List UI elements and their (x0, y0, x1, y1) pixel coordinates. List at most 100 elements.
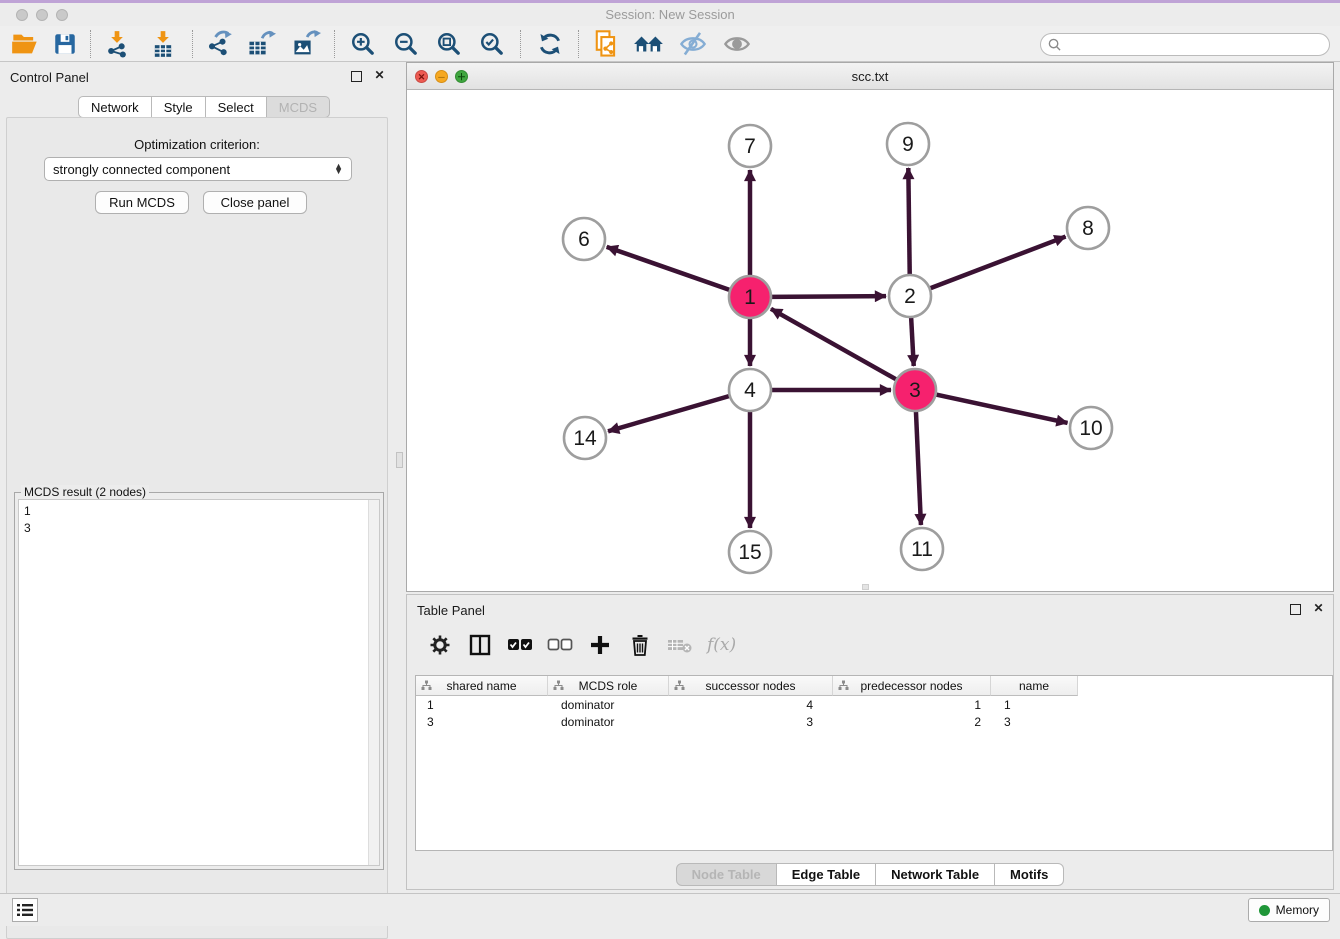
main-toolbar (0, 26, 1340, 62)
cell-successor-nodes[interactable]: 4 (669, 696, 833, 713)
canvas-resize-grip[interactable] (862, 584, 869, 590)
graph-node-label-8: 8 (1082, 217, 1094, 240)
import-network-button[interactable] (100, 29, 134, 59)
table-settings-button[interactable] (427, 632, 453, 658)
graph-edge-2-8[interactable] (930, 237, 1066, 289)
select-all-button[interactable] (507, 632, 533, 658)
search-input[interactable] (1066, 38, 1329, 52)
list-icon (17, 903, 33, 917)
optimization-criterion-select[interactable]: strongly connected component ▲▼ (44, 157, 352, 181)
column-header-name[interactable]: name (991, 676, 1078, 696)
cell-predecessor-nodes[interactable]: 1 (833, 696, 991, 713)
zoom-fit-button[interactable] (432, 29, 466, 59)
refresh-icon (537, 31, 563, 57)
tab-edge-table[interactable]: Edge Table (777, 863, 876, 886)
open-session-button[interactable] (8, 29, 42, 59)
float-table-panel-icon[interactable] (1290, 604, 1303, 617)
export-network-button[interactable] (202, 29, 236, 59)
table-panel-header: Table Panel ✕ (407, 595, 1333, 623)
table-panel: Table Panel ✕ (406, 594, 1334, 890)
save-session-button[interactable] (48, 29, 82, 59)
deselect-all-button[interactable] (547, 632, 573, 658)
graph-edge-3-10[interactable] (936, 394, 1068, 423)
delete-table-button[interactable] (667, 632, 693, 658)
attribute-icon (838, 680, 849, 691)
export-image-icon (291, 30, 321, 58)
show-all-button[interactable] (720, 29, 754, 59)
cell-mcds-role[interactable]: dominator (548, 696, 669, 713)
table-row[interactable]: 3 dominator 3 2 3 (416, 713, 1332, 730)
task-history-button[interactable] (12, 898, 38, 922)
tab-network[interactable]: Network (78, 96, 152, 118)
result-scrollbar[interactable] (368, 500, 379, 865)
memory-label: Memory (1276, 903, 1319, 917)
table-type-tabs: Node Table Edge Table Network Table Moti… (407, 863, 1333, 886)
houses-icon (633, 31, 665, 57)
network-canvas[interactable]: 1234678910111415 (407, 90, 1333, 591)
tab-motifs[interactable]: Motifs (995, 863, 1064, 886)
graph-edge-2-3[interactable] (911, 317, 914, 366)
zoom-out-button[interactable] (389, 29, 423, 59)
zoom-in-button[interactable] (346, 29, 380, 59)
close-panel-button[interactable]: Close panel (203, 191, 307, 214)
graph-node-label-15: 15 (738, 541, 761, 564)
trash-icon (630, 634, 650, 656)
graph-edge-3-1[interactable] (771, 309, 897, 380)
first-neighbors-button[interactable] (632, 29, 666, 59)
splitter-handle[interactable] (396, 452, 403, 468)
clone-network-button[interactable] (589, 29, 623, 59)
mcds-result-box: MCDS result (2 nodes) 1 3 (14, 492, 384, 870)
graph-node-label-1: 1 (744, 286, 756, 309)
table-row[interactable]: 1 dominator 4 1 1 (416, 696, 1332, 713)
graph-edge-1-6[interactable] (607, 247, 731, 290)
refresh-layout-button[interactable] (533, 29, 567, 59)
cell-name[interactable]: 1 (991, 696, 1078, 713)
graph-edge-2-9[interactable] (908, 168, 909, 275)
toolbar-separator (334, 30, 335, 58)
toolbar-separator (578, 30, 579, 58)
add-column-button[interactable] (587, 632, 613, 658)
column-header-shared-name[interactable]: shared name (416, 676, 548, 696)
cell-shared-name[interactable]: 3 (416, 713, 548, 730)
cell-successor-nodes[interactable]: 3 (669, 713, 833, 730)
tab-network-table[interactable]: Network Table (876, 863, 995, 886)
cell-mcds-role[interactable]: dominator (548, 713, 669, 730)
network-graph[interactable]: 1234678910111415 (407, 90, 1333, 591)
tab-select[interactable]: Select (206, 96, 267, 118)
graph-edge-3-11[interactable] (916, 411, 921, 525)
network-window-title: scc.txt (407, 69, 1333, 84)
tab-node-table[interactable]: Node Table (676, 863, 777, 886)
tab-style[interactable]: Style (152, 96, 206, 118)
column-header-mcds-role[interactable]: MCDS role (548, 676, 669, 696)
search-box[interactable] (1040, 33, 1330, 56)
import-table-button[interactable] (146, 29, 180, 59)
export-table-button[interactable] (244, 29, 278, 59)
graph-edge-1-2[interactable] (771, 296, 886, 297)
delete-column-button[interactable] (627, 632, 653, 658)
function-builder-label[interactable]: f(x) (707, 635, 736, 655)
delete-table-icon (667, 636, 693, 654)
float-panel-icon[interactable] (351, 71, 364, 84)
tab-mcds[interactable]: MCDS (267, 96, 330, 118)
panel-splitter[interactable] (394, 62, 406, 893)
graph-edge-4-14[interactable] (608, 396, 730, 431)
cell-shared-name[interactable]: 1 (416, 696, 548, 713)
network-window-titlebar[interactable]: ✕ ─ ＋ scc.txt (407, 63, 1333, 90)
cell-predecessor-nodes[interactable]: 2 (833, 713, 991, 730)
cell-name[interactable]: 3 (991, 713, 1078, 730)
node-table[interactable]: shared name MCDS role successor nodes pr… (415, 675, 1333, 851)
zoom-selected-button[interactable] (475, 29, 509, 59)
close-panel-icon[interactable]: ✕ (373, 69, 386, 82)
export-image-button[interactable] (289, 29, 323, 59)
open-folder-icon (11, 31, 39, 57)
run-mcds-button[interactable]: Run MCDS (95, 191, 189, 214)
hide-selected-button[interactable] (676, 29, 710, 59)
close-table-panel-icon[interactable]: ✕ (1312, 602, 1325, 615)
mcds-result-text[interactable]: 1 3 (18, 499, 380, 866)
column-header-successor-nodes[interactable]: successor nodes (669, 676, 833, 696)
show-columns-button[interactable] (467, 632, 493, 658)
memory-button[interactable]: Memory (1248, 898, 1330, 922)
gear-icon (429, 634, 451, 656)
column-header-predecessor-nodes[interactable]: predecessor nodes (833, 676, 991, 696)
control-panel-header: Control Panel ✕ (0, 62, 394, 90)
